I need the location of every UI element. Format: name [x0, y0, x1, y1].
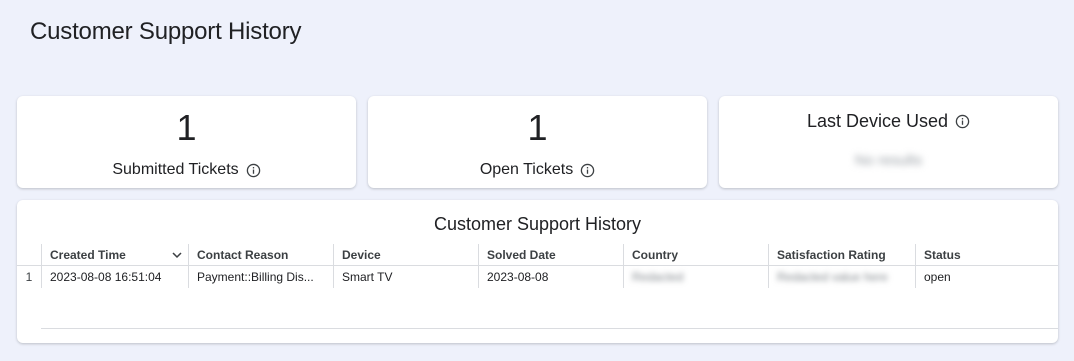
submitted-tickets-label: Submitted Tickets: [112, 161, 239, 178]
last-device-used-card: Last Device Used No results: [719, 96, 1058, 188]
column-header-created-time[interactable]: Created Time: [41, 244, 188, 266]
submitted-tickets-card: 1 Submitted Tickets: [17, 96, 356, 188]
open-tickets-card: 1 Open Tickets: [368, 96, 707, 188]
table-title: Customer Support History: [433, 214, 642, 234]
table-row[interactable]: 1 2023-08-08 16:51:04 Payment::Billing D…: [17, 266, 1058, 288]
horizontal-scrollbar[interactable]: [41, 328, 1058, 329]
column-header-satisfaction-rating[interactable]: Satisfaction Rating: [768, 244, 915, 266]
column-header-status[interactable]: Status: [915, 244, 1058, 266]
column-header-device[interactable]: Device: [333, 244, 478, 266]
last-device-used-value: No results: [854, 152, 923, 169]
info-icon[interactable]: [246, 163, 261, 178]
cell-status: open: [915, 266, 1058, 288]
column-header-solved-date[interactable]: Solved Date: [478, 244, 623, 266]
redacted-text: Redacted: [632, 270, 684, 284]
cell-country: Redacted: [623, 266, 768, 288]
cell-satisfaction-rating: Redacted value here: [768, 266, 915, 288]
cell-device: Smart TV: [333, 266, 478, 288]
cell-contact-reason: Payment::Billing Dis...: [188, 266, 333, 288]
last-device-used-label: Last Device Used: [806, 111, 949, 131]
cell-created-time: 2023-08-08 16:51:04: [41, 266, 188, 288]
open-tickets-value: 1: [527, 107, 548, 148]
column-header-contact-reason[interactable]: Contact Reason: [188, 244, 333, 266]
cell-solved-date: 2023-08-08: [478, 266, 623, 288]
chevron-down-icon[interactable]: [172, 251, 182, 259]
row-number: 1: [25, 270, 33, 284]
last-device-used-label-row: Last Device Used: [719, 110, 1058, 132]
submitted-tickets-value: 1: [176, 107, 197, 148]
column-header-country[interactable]: Country: [623, 244, 768, 266]
redacted-text: Redacted value here: [777, 270, 888, 284]
info-icon[interactable]: [955, 114, 970, 129]
table-header-row: Created Time Contact Reason Device Solve…: [17, 244, 1058, 266]
support-history-table-card: Customer Support History Created Time Co…: [17, 200, 1058, 343]
open-tickets-label: Open Tickets: [479, 161, 574, 178]
page-title: Customer Support History: [30, 18, 302, 45]
open-tickets-label-row: Open Tickets: [368, 160, 707, 180]
support-history-table: Created Time Contact Reason Device Solve…: [17, 244, 1058, 288]
column-header-label: Created Time: [50, 248, 126, 262]
info-icon[interactable]: [580, 163, 595, 178]
submitted-tickets-label-row: Submitted Tickets: [17, 160, 356, 180]
